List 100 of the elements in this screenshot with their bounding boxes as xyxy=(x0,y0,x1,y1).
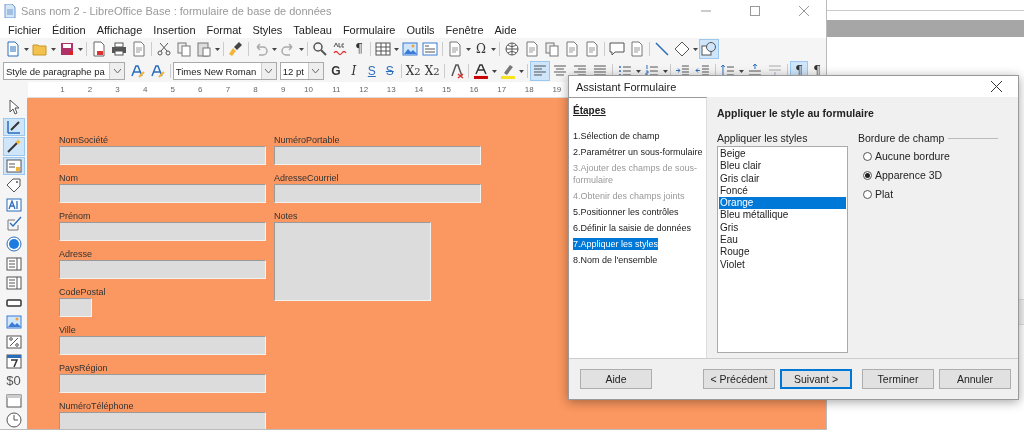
list-box-icon xyxy=(5,255,22,272)
menu-item[interactable]: Insertion xyxy=(148,24,201,36)
diamond-icon xyxy=(674,41,690,57)
list-item[interactable]: Gris xyxy=(719,221,846,235)
ruler-number: 4 xyxy=(141,85,148,94)
dialog-button[interactable]: Aide xyxy=(580,369,652,389)
input-field[interactable] xyxy=(59,412,266,429)
copy-button[interactable] xyxy=(542,39,562,59)
filled-circle-icon xyxy=(5,236,22,252)
input-field[interactable] xyxy=(59,184,266,203)
toolbar-button[interactable]: G xyxy=(326,61,345,81)
scissors-icon xyxy=(156,41,172,57)
ruler-number: 10 xyxy=(303,85,313,94)
radio-option[interactable]: Apparence 3D xyxy=(863,169,943,181)
dialog-button[interactable]: Suivant > xyxy=(780,369,852,389)
list-label: Appliquer les styles xyxy=(717,132,808,144)
image-button[interactable] xyxy=(400,39,420,59)
toolbar-button[interactable]: ¶ xyxy=(807,61,826,81)
menu-item[interactable]: Styles xyxy=(247,24,288,36)
styles-list[interactable]: Beige Bleu clair Gris clair Foncé Orange Bleu métallique Gris Eau Rouge Violet xyxy=(717,146,848,353)
list-item[interactable]: Beige xyxy=(719,148,846,161)
table-button[interactable] xyxy=(373,39,393,59)
input-field[interactable] xyxy=(59,374,266,393)
list-item[interactable]: Eau xyxy=(719,234,846,247)
diamond-button[interactable] xyxy=(672,39,692,59)
step-item[interactable]: 6.Définir la saisie de données xyxy=(573,222,692,234)
text-frame-button[interactable] xyxy=(420,39,440,59)
list-item[interactable]: Gris clair xyxy=(719,172,846,185)
steps-heading: Étapes xyxy=(573,105,606,116)
dialog-button[interactable]: Terminer xyxy=(862,369,934,389)
table-icon xyxy=(375,41,391,57)
shapes-button[interactable] xyxy=(699,39,719,59)
paragraph-style-combo[interactable]: Style de paragraphe pa xyxy=(3,62,125,80)
page-icon xyxy=(629,41,645,57)
menu-item[interactable]: Fichier xyxy=(3,24,46,36)
menu-item[interactable]: Format xyxy=(201,24,247,36)
chevron-down-icon xyxy=(265,68,273,74)
list-item[interactable]: Orange xyxy=(719,197,846,210)
clipboard-button[interactable] xyxy=(194,39,214,59)
field-label: NuméroTéléphone xyxy=(59,401,135,411)
field-label: CodePostal xyxy=(59,287,107,297)
wand-button[interactable] xyxy=(2,137,25,156)
copy-button[interactable] xyxy=(174,39,194,59)
maximize-icon xyxy=(750,6,760,16)
form-panel-icon xyxy=(5,157,22,174)
toolbar-button[interactable]: ¶ xyxy=(350,39,368,59)
input-field[interactable] xyxy=(59,336,266,355)
printer-icon xyxy=(111,41,127,57)
radio-option[interactable]: Aucune bordure xyxy=(863,150,950,162)
input-field[interactable] xyxy=(59,222,266,241)
ruler-pencil-button[interactable] xyxy=(2,117,25,137)
list-item[interactable]: Bleu métallique xyxy=(719,209,846,222)
redo-icon xyxy=(280,41,296,57)
input-field[interactable] xyxy=(59,146,266,165)
toolbar-button[interactable]: Ω xyxy=(472,39,490,59)
list-item[interactable]: Violet xyxy=(719,258,846,271)
page-icon xyxy=(131,41,147,57)
dialog-button[interactable]: Annuler xyxy=(939,369,1011,389)
step-item[interactable]: 7.Appliquer les styles xyxy=(573,238,659,250)
input-field[interactable] xyxy=(274,146,481,165)
input-field[interactable] xyxy=(274,184,481,203)
menu-item[interactable]: Outils xyxy=(401,24,440,36)
document-icon xyxy=(4,4,16,18)
menu-item[interactable]: Édition xyxy=(47,24,91,36)
list-item[interactable]: Bleu clair xyxy=(719,160,846,173)
clipboard-icon xyxy=(196,41,212,57)
step-item[interactable]: 2.Paramétrer un sous-formulaire xyxy=(573,146,703,158)
toolbar-button[interactable]: $0 xyxy=(2,371,25,390)
menu-item[interactable]: Tableau xyxy=(288,24,337,36)
menu-item[interactable]: Formulaire xyxy=(337,24,401,36)
step-item[interactable]: 1.Sélection de champ xyxy=(573,130,660,142)
step-item[interactable]: 5.Positionner les contrôles xyxy=(573,206,679,218)
menu-item[interactable]: Fenêtre xyxy=(440,24,489,36)
font-size-combo[interactable]: 12 pt xyxy=(279,62,324,80)
radio-option[interactable]: Plat xyxy=(863,188,894,200)
step-item[interactable]: 8.Nom de l'ensemble xyxy=(573,254,658,266)
input-field[interactable] xyxy=(59,260,266,279)
globe-button[interactable] xyxy=(502,39,522,59)
list-item[interactable]: Rouge xyxy=(719,246,846,259)
printer-button[interactable] xyxy=(109,39,129,59)
menu-item[interactable]: Aide xyxy=(489,24,522,36)
toolbar-button[interactable]: S xyxy=(362,61,381,81)
highlighter-icon xyxy=(500,63,517,79)
ruler-number: 15 xyxy=(441,85,451,94)
ruler-number: 8 xyxy=(252,85,258,94)
toolbar-button[interactable]: I xyxy=(344,61,363,81)
style-brush-icon xyxy=(130,63,146,79)
input-field[interactable] xyxy=(59,298,92,317)
ruler-number: 5 xyxy=(169,85,175,94)
field-label: Notes xyxy=(274,211,299,221)
dialog-title: Assistant Formulaire xyxy=(576,80,678,93)
field-label: NuméroPortable xyxy=(274,135,341,145)
list-item[interactable]: Foncé xyxy=(719,184,846,198)
toolbar-button[interactable]: S xyxy=(380,61,399,81)
page-icon xyxy=(447,41,463,57)
dialog-button[interactable]: < Précédent xyxy=(703,369,775,389)
copy-icon xyxy=(176,41,192,57)
font-name-combo[interactable]: Times New Roman xyxy=(172,62,277,80)
menu-item[interactable]: Affichage xyxy=(91,24,148,36)
tag-icon xyxy=(5,177,22,194)
